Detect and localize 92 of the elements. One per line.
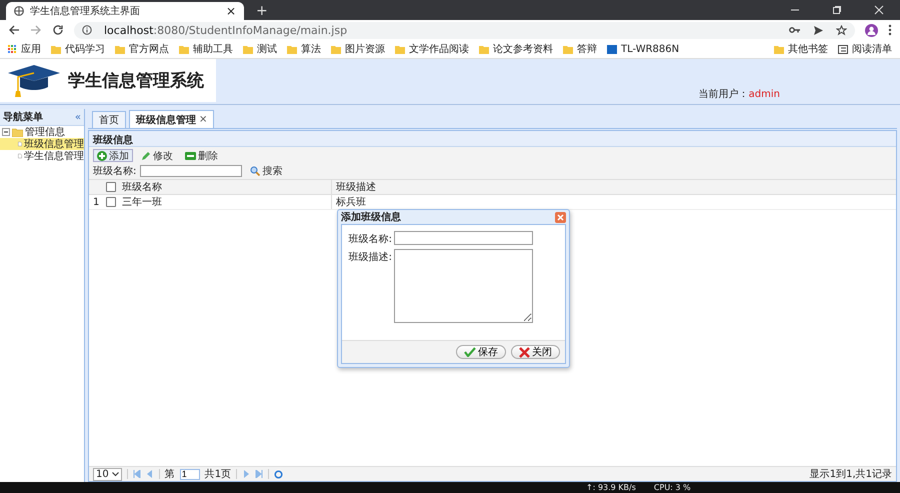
refresh-icon[interactable] — [274, 470, 284, 478]
column-header[interactable]: 班级描述 — [332, 180, 896, 194]
input-field[interactable] — [394, 231, 533, 245]
cross-icon — [519, 346, 530, 358]
tab[interactable]: 首页 — [92, 111, 126, 128]
folder-icon — [51, 44, 61, 54]
page-field[interactable]: 1 — [180, 468, 200, 480]
tree-item[interactable]: 管理信息 — [25, 125, 65, 139]
bookmark[interactable]: 图片资源 — [331, 42, 385, 56]
bookmark[interactable]: 官方网点 — [115, 42, 169, 56]
close-tab-button[interactable]: × — [226, 4, 236, 18]
key-icon[interactable] — [789, 25, 801, 35]
row-checkbox[interactable] — [106, 197, 116, 207]
pager-summary: 显示1到1,共1记录 — [810, 468, 892, 481]
info-icon — [82, 25, 92, 35]
collapse-button[interactable]: « — [74, 112, 81, 122]
toolbar-button[interactable]: 添加 — [93, 149, 133, 162]
new-tab-button[interactable]: + — [256, 3, 268, 19]
bookmark[interactable]: 答辩 — [563, 42, 597, 56]
bookmark[interactable]: 论文参考资料 — [479, 42, 553, 56]
page-size-select[interactable]: 10 — [93, 468, 122, 480]
folder-icon — [179, 44, 189, 54]
taskbar-text: ↑: 93.9 KB/s — [586, 483, 636, 492]
column-header[interactable]: 班级名称 — [118, 180, 332, 194]
forward-icon[interactable] — [30, 24, 42, 36]
close-icon[interactable] — [874, 5, 884, 15]
folder-icon — [331, 44, 341, 54]
globe-icon — [14, 6, 24, 16]
reload-icon[interactable] — [52, 24, 64, 36]
star-icon[interactable] — [836, 24, 847, 36]
checkmark-icon — [464, 347, 476, 357]
table-cell-text: 标兵班 — [335, 196, 367, 209]
toolbar-button[interactable]: 删除 — [181, 149, 222, 162]
table-cell: 三年一班 — [118, 195, 332, 209]
folder-icon — [563, 44, 573, 54]
plus-icon — [97, 150, 107, 160]
folder-icon — [395, 44, 405, 54]
site-icon — [607, 44, 617, 54]
graduation-cap-icon — [6, 62, 62, 98]
nav-title: 导航菜单 — [3, 110, 43, 124]
row-number: 1 — [92, 196, 100, 208]
expander-icon[interactable] — [2, 128, 10, 136]
avatar-icon[interactable] — [865, 24, 878, 36]
send-icon[interactable] — [813, 24, 824, 36]
bookmark[interactable]: 代码学习 — [51, 42, 105, 56]
minus-icon — [185, 152, 196, 160]
search-field[interactable] — [140, 164, 242, 176]
reading-list-button[interactable]: 阅读清单 — [838, 42, 892, 56]
menu-icon[interactable] — [888, 24, 892, 36]
app-title: 学生信息管理系统 — [68, 70, 204, 92]
toolbar-button[interactable]: 修改 — [137, 149, 177, 162]
dialog-title: 添加班级信息 — [341, 210, 401, 224]
current-user: 当前用户：admin — [698, 88, 780, 101]
back-icon[interactable] — [8, 24, 20, 36]
url-text: localhost:8080/StudentInfoManage/main.jsp — [104, 24, 348, 36]
pencil-icon — [141, 150, 151, 160]
close-tab-button[interactable]: × — [199, 114, 208, 125]
tab[interactable]: 班级信息管理 × — [129, 110, 214, 128]
search-label: 班级名称: — [93, 164, 136, 178]
select-all-checkbox[interactable] — [106, 182, 116, 192]
panel-title: 班级信息 — [89, 131, 896, 147]
text-area[interactable] — [394, 249, 533, 323]
apps-grid-icon — [8, 44, 17, 54]
dialog-button[interactable]: 关闭 — [511, 345, 560, 359]
field-label: 班级描述: — [348, 250, 392, 265]
restore-icon[interactable] — [832, 5, 842, 15]
bookmark[interactable]: TL-WR886N — [607, 44, 680, 54]
total-pages: 共1页 — [204, 468, 232, 481]
taskbar-text: CPU: 3 % — [654, 483, 691, 492]
address-bar[interactable]: localhost:8080/StudentInfoManage/main.jsp — [74, 22, 855, 38]
bookmark[interactable]: 其他书签 — [774, 42, 828, 56]
search-button[interactable]: 搜索 — [246, 164, 286, 177]
folder-icon — [287, 44, 297, 54]
bookmark[interactable]: 算法 — [287, 42, 321, 56]
page-prefix: 第 — [164, 468, 175, 481]
bookmark[interactable]: 测试 — [243, 42, 277, 56]
tree-item[interactable]: 班级信息管理 — [0, 138, 84, 150]
field-label: 班级名称: — [348, 232, 392, 246]
browser-tab[interactable]: 学生信息管理系统主界面 × — [6, 2, 244, 20]
chevron-down-icon — [112, 472, 119, 476]
bookmark[interactable]: 文学作品阅读 — [395, 42, 469, 56]
bookmark[interactable]: 辅助工具 — [179, 42, 233, 56]
tree-item[interactable]: 学生信息管理 — [0, 150, 84, 162]
dialog-button[interactable]: 保存 — [456, 345, 506, 359]
folder-icon — [115, 44, 125, 54]
tab-title: 学生信息管理系统主界面 — [30, 4, 141, 18]
search-icon — [250, 166, 260, 176]
folder-icon — [774, 44, 784, 54]
folder-icon — [243, 44, 253, 54]
bookmark[interactable]: 应用 — [8, 42, 41, 56]
folder-icon — [479, 44, 489, 54]
list-icon — [838, 44, 848, 54]
